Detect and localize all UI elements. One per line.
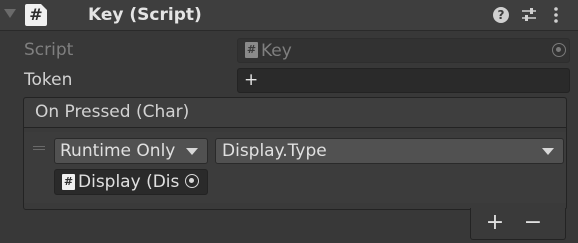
component-title: Key (Script) xyxy=(88,5,202,25)
token-label: Token xyxy=(24,70,73,90)
object-picker-icon[interactable] xyxy=(185,174,199,188)
function-value: Display.Type xyxy=(222,141,327,161)
help-icon[interactable]: ? xyxy=(493,7,509,23)
foldout-arrow-icon[interactable] xyxy=(4,9,16,18)
chevron-down-icon xyxy=(542,148,554,155)
token-value[interactable]: + xyxy=(244,69,258,91)
target-object-value: Display (Dis xyxy=(78,172,180,192)
script-icon: # xyxy=(25,4,47,26)
script-icon: # xyxy=(245,42,258,58)
drag-handle-icon[interactable] xyxy=(33,146,45,151)
token-input[interactable] xyxy=(237,68,570,93)
add-listener-button[interactable]: + xyxy=(484,212,506,234)
component-header[interactable] xyxy=(0,0,578,31)
object-picker-icon xyxy=(552,43,566,57)
script-label: Script xyxy=(24,40,74,60)
presets-icon[interactable] xyxy=(520,6,538,24)
chevron-down-icon xyxy=(186,148,198,155)
kebab-menu-icon[interactable] xyxy=(552,6,560,24)
call-state-value: Runtime Only xyxy=(60,141,176,161)
script-value: Key xyxy=(261,41,292,61)
remove-listener-button[interactable]: − xyxy=(522,212,544,234)
script-icon: # xyxy=(62,174,75,190)
event-header-label: On Pressed (Char) xyxy=(35,102,190,122)
